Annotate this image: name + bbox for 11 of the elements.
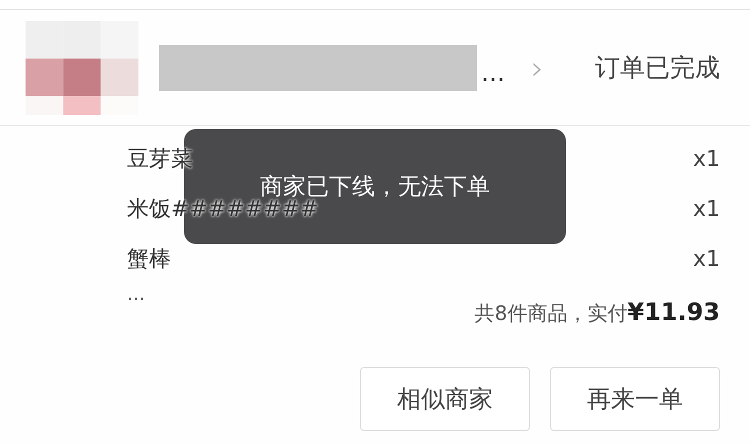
order-button[interactable]: 再来一单: [550, 367, 720, 431]
order-total: 共8件商品，实付¥11.93: [474, 301, 720, 325]
order-status: 订单已完成: [595, 52, 720, 84]
avatar-icon: [25, 20, 139, 114]
order-button[interactable]: 相似商家: [360, 367, 530, 431]
item-name: 蟹棒: [127, 246, 171, 274]
ellipsis: …: [481, 58, 505, 86]
more-ellipsis: …: [127, 284, 145, 305]
item-quantity: x1: [692, 196, 720, 222]
item-quantity: x1: [692, 246, 720, 272]
item-quantity: x1: [692, 146, 720, 172]
